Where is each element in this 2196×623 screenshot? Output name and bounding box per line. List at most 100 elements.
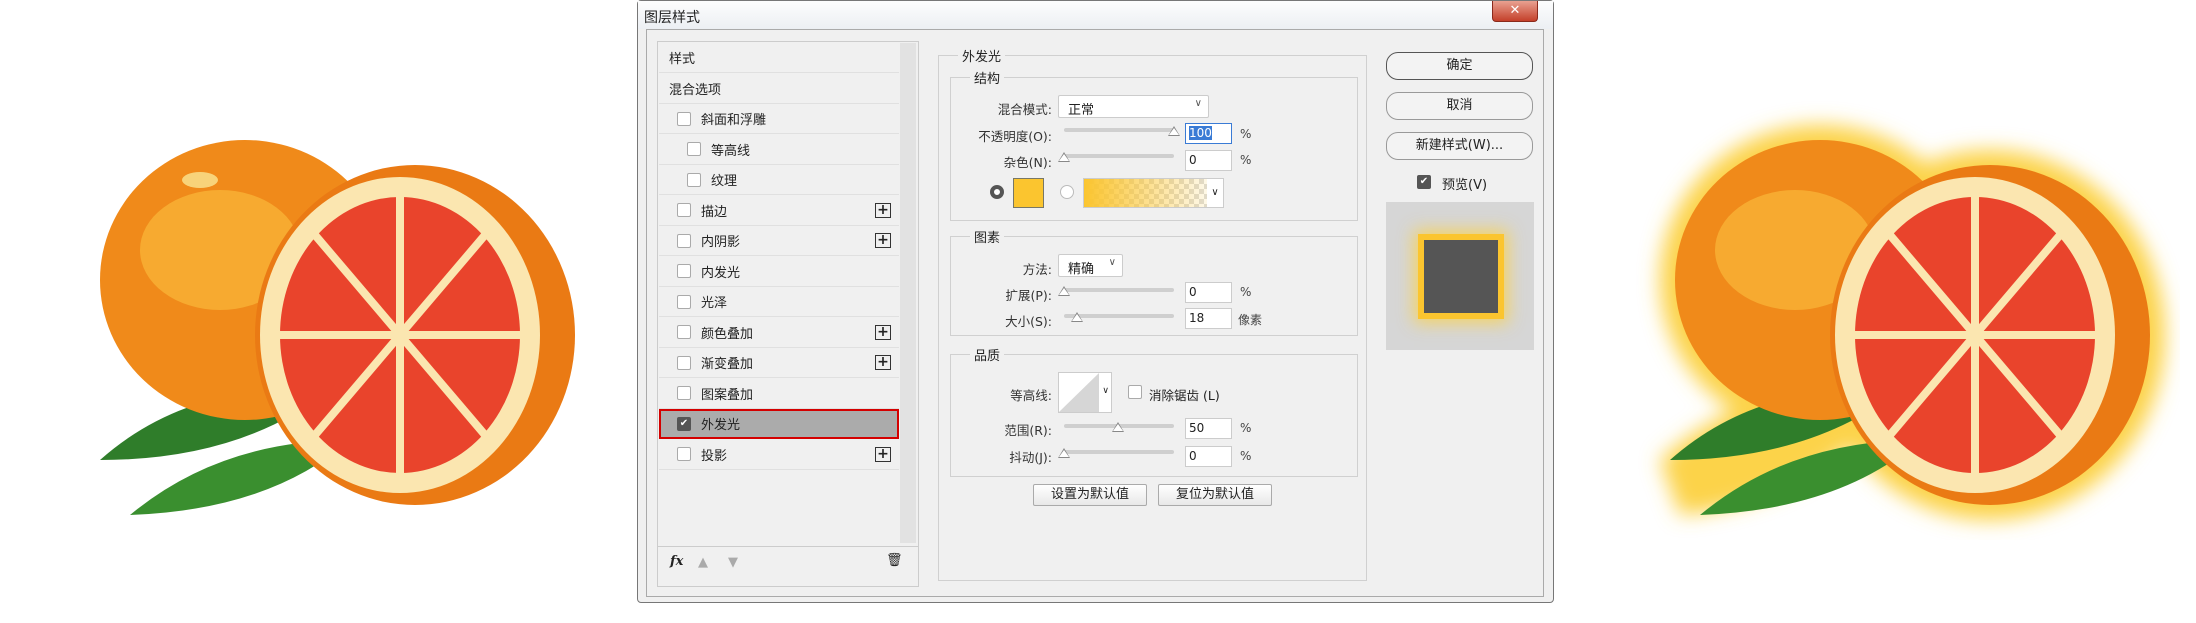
size-unit: 像素 [1238,313,1263,327]
range-unit: % [1240,421,1252,435]
opacity-unit: % [1240,127,1252,141]
style-item[interactable]: ✔ 外发光 [659,409,899,439]
blend-mode-value: 正常 [1068,103,1095,118]
gradient-picker[interactable]: ∨ [1083,178,1224,208]
style-item[interactable]: 混合选项 [659,74,899,104]
style-item[interactable]: 纹理 [659,165,899,195]
style-item[interactable]: 图案叠加 [659,379,899,409]
preview-square [1424,240,1498,313]
gradient-radio[interactable] [1060,185,1074,199]
preview-checkbox[interactable]: ✔ [1417,175,1431,189]
noise-label: 杂色(N): [1003,155,1052,170]
style-item-label: 纹理 [711,174,738,189]
preview-label: 预览(V) [1442,178,1488,193]
contour-picker[interactable]: ∨ [1058,372,1112,413]
add-instance-icon[interactable]: + [875,355,891,370]
style-item-label: 样式 [669,52,696,67]
add-instance-icon[interactable]: + [875,233,891,248]
trash-icon[interactable]: 🗑 [886,553,903,568]
ok-button[interactable]: 确定 [1386,52,1533,80]
reset-default-button[interactable]: 复位为默认值 [1158,484,1272,506]
slider-thumb[interactable] [1058,152,1070,162]
spread-slider[interactable] [1058,286,1174,296]
range-input[interactable]: 50 [1185,418,1232,439]
slider-thumb[interactable] [1058,448,1070,458]
style-checkbox[interactable] [677,386,691,400]
style-item-label: 图案叠加 [701,387,754,403]
style-checkbox[interactable] [677,111,691,126]
add-instance-icon[interactable]: + [875,202,891,218]
opacity-input[interactable]: 100 [1185,123,1232,144]
opacity-slider[interactable] [1064,126,1180,136]
glow-color-swatch[interactable] [1013,178,1044,208]
style-item-label: 光泽 [701,296,728,311]
style-checkbox[interactable] [687,172,701,187]
structure-title: 结构 [970,68,1005,87]
chevron-down-icon: ∨ [1108,257,1116,268]
move-down-icon[interactable]: ▼ [728,555,738,570]
style-item[interactable]: 斜面和浮雕 [659,104,899,134]
style-checkbox[interactable] [677,294,691,309]
style-item-label: 颜色叠加 [701,326,754,342]
chevron-down-icon: ∨ [1207,179,1223,207]
style-item[interactable]: 等高线 [659,135,899,165]
scrollbar[interactable] [900,43,916,543]
noise-input[interactable]: 0 [1185,150,1232,171]
spread-input[interactable]: 0 [1185,282,1232,303]
style-item[interactable]: 样式 [659,43,899,73]
add-instance-icon[interactable]: + [875,324,891,340]
styles-list: 样式 混合选项 斜面和浮雕 等高线 纹理 描边 + 内阴影 + 内发光 光泽 颜色叠加 + 渐变叠加 + 图案… [657,41,919,587]
size-slider[interactable] [1064,312,1174,322]
style-checkbox[interactable]: ✔ [677,416,691,431]
style-item[interactable]: 渐变叠加 + [659,348,899,378]
style-checkbox[interactable] [687,142,701,156]
outer-glow-title: 外发光 [958,46,1006,65]
slider-thumb[interactable] [1071,312,1083,322]
style-item-label: 描边 [701,204,728,220]
blend-mode-select[interactable]: 正常 ∨ [1058,95,1209,118]
add-instance-icon[interactable]: + [875,446,891,462]
method-select[interactable]: 精确 ∨ [1058,254,1123,277]
new-style-button[interactable]: 新建样式(W)... [1386,132,1533,160]
jitter-slider[interactable] [1058,448,1174,458]
jitter-input[interactable]: 0 [1185,446,1232,467]
solid-color-radio[interactable] [990,185,1004,199]
style-checkbox[interactable] [677,203,691,217]
style-item[interactable]: 内发光 [659,257,899,287]
contour-curve-icon [1059,373,1099,412]
antialias-checkbox[interactable] [1128,385,1142,399]
style-item[interactable]: 光泽 [659,287,899,317]
slider-thumb[interactable] [1112,422,1124,432]
slider-thumb[interactable] [1168,126,1180,136]
spread-unit: % [1240,285,1252,299]
range-label: 范围(R): [1004,423,1052,438]
slider-thumb[interactable] [1058,286,1070,296]
size-input[interactable]: 18 [1185,308,1232,329]
style-checkbox[interactable] [677,447,691,461]
style-checkbox[interactable] [677,355,691,370]
orange-illustration-after [1660,125,2165,520]
noise-slider[interactable] [1058,152,1174,162]
style-item-label: 斜面和浮雕 [701,113,767,128]
style-item[interactable]: 颜色叠加 + [659,318,899,348]
dialog-title: 图层样式 [644,10,700,26]
set-default-button[interactable]: 设置为默认值 [1033,484,1147,506]
style-checkbox[interactable] [677,325,691,339]
close-button[interactable]: ✕ [1492,1,1538,22]
style-checkbox[interactable] [677,233,691,248]
move-up-icon[interactable]: ▲ [698,555,708,570]
style-item-label: 混合选项 [669,82,722,98]
style-item-label: 渐变叠加 [701,357,754,372]
quality-title: 品质 [970,345,1005,364]
style-item[interactable]: 内阴影 + [659,226,899,256]
style-checkbox[interactable] [677,264,691,278]
style-item[interactable]: 描边 + [659,196,899,226]
jitter-label: 抖动(J): [1009,450,1052,465]
preview-thumbnail [1386,202,1534,350]
title-bar: 图层样式 ✕ [638,1,1553,29]
fx-icon[interactable]: fx [670,554,683,569]
style-item[interactable]: 投影 + [659,440,899,470]
size-label: 大小(S): [1005,314,1052,329]
cancel-button[interactable]: 取消 [1386,92,1533,120]
range-slider[interactable] [1064,422,1174,432]
